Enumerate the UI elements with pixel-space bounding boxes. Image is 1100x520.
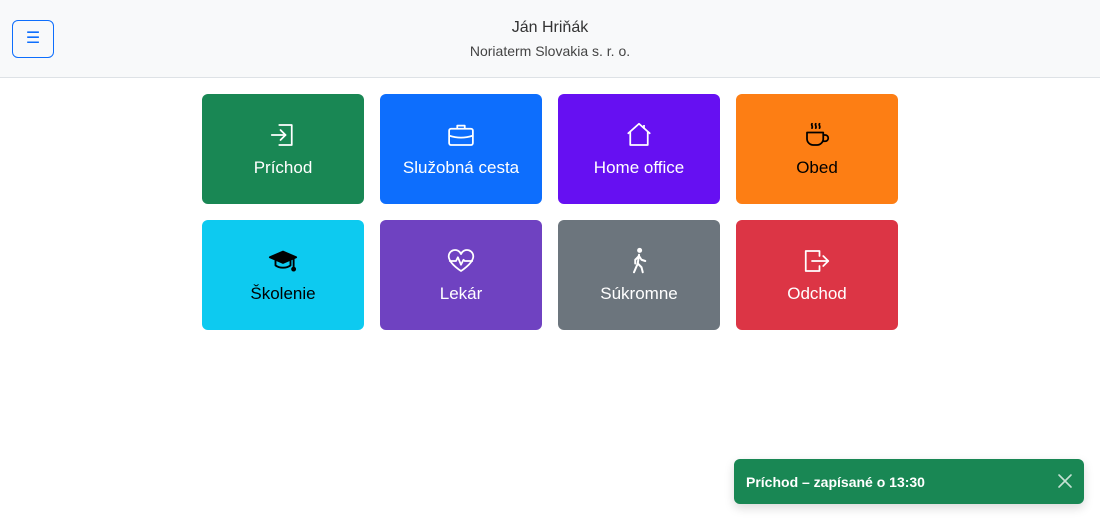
heart-pulse-icon xyxy=(447,249,475,272)
briefcase-icon xyxy=(448,124,474,146)
tile-label: Služobná cesta xyxy=(402,158,520,177)
action-grid: Príchod Služobná cesta Home office Obed … xyxy=(202,94,898,330)
tile-label: Odchod xyxy=(787,284,847,303)
training-tile[interactable]: Školenie xyxy=(202,220,364,330)
tile-label: Obed xyxy=(796,158,838,177)
tile-label: Home office xyxy=(593,158,685,177)
tile-label: Lekár xyxy=(439,284,483,303)
private-tile[interactable]: Súkromne xyxy=(558,220,720,330)
tile-label: Školenie xyxy=(250,284,316,303)
doctor-tile[interactable]: Lekár xyxy=(380,220,542,330)
tile-label: Súkromne xyxy=(600,284,678,303)
arrival-tile[interactable]: Príchod xyxy=(202,94,364,204)
top-bar: ☰ Ján Hriňák Noriaterm Slovakia s. r. o. xyxy=(0,0,1100,78)
user-name: Ján Hriňák xyxy=(511,19,589,36)
house-icon xyxy=(627,122,651,146)
user-info: Ján Hriňák Noriaterm Slovakia s. r. o. xyxy=(0,18,1100,61)
lunch-tile[interactable]: Obed xyxy=(736,94,898,204)
person-walking-icon xyxy=(633,247,647,274)
login-icon xyxy=(270,124,293,146)
coffee-cup-icon xyxy=(806,122,830,146)
home-office-tile[interactable]: Home office xyxy=(558,94,720,204)
close-icon[interactable] xyxy=(1056,472,1074,490)
logout-icon xyxy=(804,250,830,272)
business-trip-tile[interactable]: Služobná cesta xyxy=(380,94,542,204)
notification-toast: Príchod – zapísané o 13:30 xyxy=(734,459,1084,504)
company-name: Noriaterm Slovakia s. r. o. xyxy=(469,43,631,59)
tile-label: Príchod xyxy=(253,158,313,177)
departure-tile[interactable]: Odchod xyxy=(736,220,898,330)
graduation-cap-icon xyxy=(268,250,298,272)
toast-message: Príchod – zapísané o 13:30 xyxy=(746,473,925,490)
